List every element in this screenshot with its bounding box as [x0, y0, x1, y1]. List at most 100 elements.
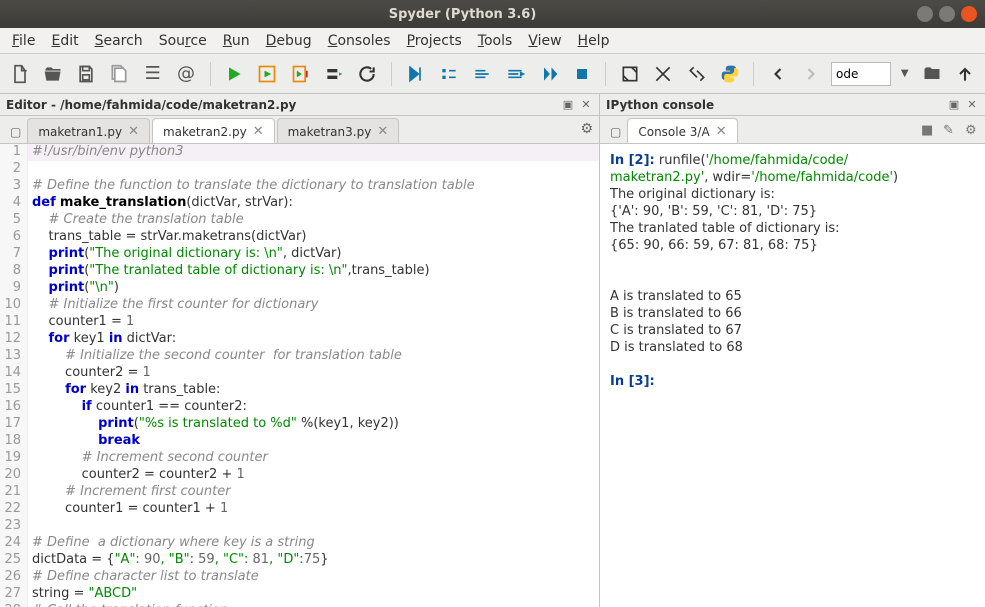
new-tab-icon[interactable]: ▢: [4, 121, 27, 143]
back-icon[interactable]: [764, 60, 791, 88]
maximize-button[interactable]: [939, 6, 955, 22]
console-tab[interactable]: Console 3/A ✕: [627, 118, 737, 143]
code-line[interactable]: 12 for key1 in dictVar:: [0, 331, 599, 348]
menu-run[interactable]: Run: [217, 31, 256, 51]
save-all-icon[interactable]: [106, 60, 133, 88]
new-file-icon[interactable]: [6, 60, 33, 88]
run-selection-icon[interactable]: [320, 60, 347, 88]
console-tab-row: ▢ Console 3/A ✕ ■ ✎ ⚙: [600, 116, 985, 144]
console-tab-close-icon[interactable]: ✕: [716, 124, 727, 139]
minimize-button[interactable]: [917, 6, 933, 22]
code-line[interactable]: 15 for key2 in trans_table:: [0, 382, 599, 399]
menu-view[interactable]: View: [522, 31, 567, 51]
code-line[interactable]: 2: [0, 161, 599, 178]
debug-stepin-icon[interactable]: [502, 60, 529, 88]
tab-label: maketran1.py: [38, 125, 122, 139]
run-cell-advance-icon[interactable]: [287, 60, 314, 88]
code-line[interactable]: 10 # Initialize the first counter for di…: [0, 297, 599, 314]
forward-icon[interactable]: [798, 60, 825, 88]
code-line[interactable]: 24# Define a dictionary where key is a s…: [0, 535, 599, 552]
window-controls: [917, 6, 977, 22]
editor-pane-header: Editor - /home/fahmida/code/maketran2.py…: [0, 94, 599, 116]
debug-stop-icon[interactable]: [568, 60, 595, 88]
code-line[interactable]: 23: [0, 518, 599, 535]
rerun-icon[interactable]: [354, 60, 381, 88]
console-clear-icon[interactable]: ✎: [943, 123, 957, 137]
parent-dir-icon[interactable]: [952, 60, 979, 88]
editor-tab[interactable]: maketran2.py ✕: [152, 118, 275, 143]
menu-debug[interactable]: Debug: [260, 31, 318, 51]
at-icon[interactable]: @: [172, 60, 199, 88]
pane-close-icon[interactable]: ✕: [579, 98, 593, 112]
python-icon[interactable]: [716, 60, 743, 88]
code-line[interactable]: 3# Define the function to translate the …: [0, 178, 599, 195]
code-line[interactable]: 22 counter1 = counter1 + 1: [0, 501, 599, 518]
code-line[interactable]: 6 trans_table = strVar.maketrans(dictVar…: [0, 229, 599, 246]
debug-continue-icon[interactable]: [535, 60, 562, 88]
code-line[interactable]: 1#!/usr/bin/env python3: [0, 144, 599, 161]
code-line[interactable]: 4def make_translation(dictVar, strVar):: [0, 195, 599, 212]
editor-tab[interactable]: maketran3.py ✕: [277, 118, 400, 143]
console-close-icon[interactable]: ✕: [965, 98, 979, 112]
fullscreen-icon[interactable]: [650, 60, 677, 88]
code-line[interactable]: 21 # Increment first counter: [0, 484, 599, 501]
browse-folder-icon[interactable]: [919, 60, 946, 88]
code-line[interactable]: 20 counter2 = counter2 + 1: [0, 467, 599, 484]
code-line[interactable]: 25dictData = {"A": 90, "B": 59, "C": 81,…: [0, 552, 599, 569]
code-editor[interactable]: 1#!/usr/bin/env python323# Define the fu…: [0, 144, 599, 607]
debug-step-icon[interactable]: [435, 60, 462, 88]
console-stop-icon[interactable]: ■: [921, 123, 935, 137]
editor-title: Editor - /home/fahmida/code/maketran2.py: [6, 98, 296, 112]
code-line[interactable]: 13 # Initialize the second counter for t…: [0, 348, 599, 365]
open-file-icon[interactable]: [39, 60, 66, 88]
editor-tabs-gear-icon[interactable]: ⚙: [580, 121, 593, 137]
code-line[interactable]: 28# Call the translation function: [0, 603, 599, 607]
save-icon[interactable]: [73, 60, 100, 88]
menu-help[interactable]: Help: [572, 31, 616, 51]
code-line[interactable]: 11 counter1 = 1: [0, 314, 599, 331]
menu-source[interactable]: Source: [153, 31, 213, 51]
tab-close-icon[interactable]: ✕: [377, 124, 388, 139]
console-output[interactable]: In [2]: runfile('/home/fahmida/code/make…: [600, 144, 985, 607]
menubar: File Edit Search Source Run Debug Consol…: [0, 28, 985, 54]
menu-search[interactable]: Search: [89, 31, 149, 51]
code-line[interactable]: 5 # Create the translation table: [0, 212, 599, 229]
console-new-tab-icon[interactable]: ▢: [604, 121, 627, 143]
menu-tools[interactable]: Tools: [472, 31, 519, 51]
working-dir-input[interactable]: [831, 62, 891, 86]
tab-close-icon[interactable]: ✕: [128, 124, 139, 139]
code-line[interactable]: 8 print("The tranlated table of dictiona…: [0, 263, 599, 280]
pane-detach-icon[interactable]: ▣: [561, 98, 575, 112]
run-icon[interactable]: [221, 60, 248, 88]
dropdown-icon[interactable]: ▼: [897, 60, 913, 88]
tab-label: maketran2.py: [163, 125, 247, 139]
code-line[interactable]: 26# Define character list to translate: [0, 569, 599, 586]
debug-stepover-icon[interactable]: [468, 60, 495, 88]
code-line[interactable]: 9 print("\n"): [0, 280, 599, 297]
menu-edit[interactable]: Edit: [45, 31, 84, 51]
maximize-pane-icon[interactable]: [616, 60, 643, 88]
code-line[interactable]: 14 counter2 = 1: [0, 365, 599, 382]
menu-file[interactable]: File: [6, 31, 41, 51]
code-line[interactable]: 17 print("%s is translated to %d" %(key1…: [0, 416, 599, 433]
code-line[interactable]: 27string = "ABCD": [0, 586, 599, 603]
run-cell-icon[interactable]: [254, 60, 281, 88]
close-button[interactable]: [961, 6, 977, 22]
menu-projects[interactable]: Projects: [401, 31, 468, 51]
code-line[interactable]: 16 if counter1 == counter2:: [0, 399, 599, 416]
tab-close-icon[interactable]: ✕: [253, 124, 264, 139]
code-line[interactable]: 18 break: [0, 433, 599, 450]
console-detach-icon[interactable]: ▣: [947, 98, 961, 112]
tab-label: maketran3.py: [288, 125, 372, 139]
titlebar: Spyder (Python 3.6): [0, 0, 985, 28]
console-gear-icon[interactable]: ⚙: [965, 123, 979, 137]
menu-consoles[interactable]: Consoles: [322, 31, 397, 51]
debug-run-icon[interactable]: [402, 60, 429, 88]
editor-tab[interactable]: maketran1.py ✕: [27, 118, 150, 143]
code-line[interactable]: 19 # Increment second counter: [0, 450, 599, 467]
list-icon[interactable]: ☰: [139, 60, 166, 88]
preferences-icon[interactable]: [683, 60, 710, 88]
console-pane-header: IPython console ▣ ✕: [600, 94, 985, 116]
window-title: Spyder (Python 3.6): [8, 7, 917, 22]
code-line[interactable]: 7 print("The original dictionary is: \n"…: [0, 246, 599, 263]
